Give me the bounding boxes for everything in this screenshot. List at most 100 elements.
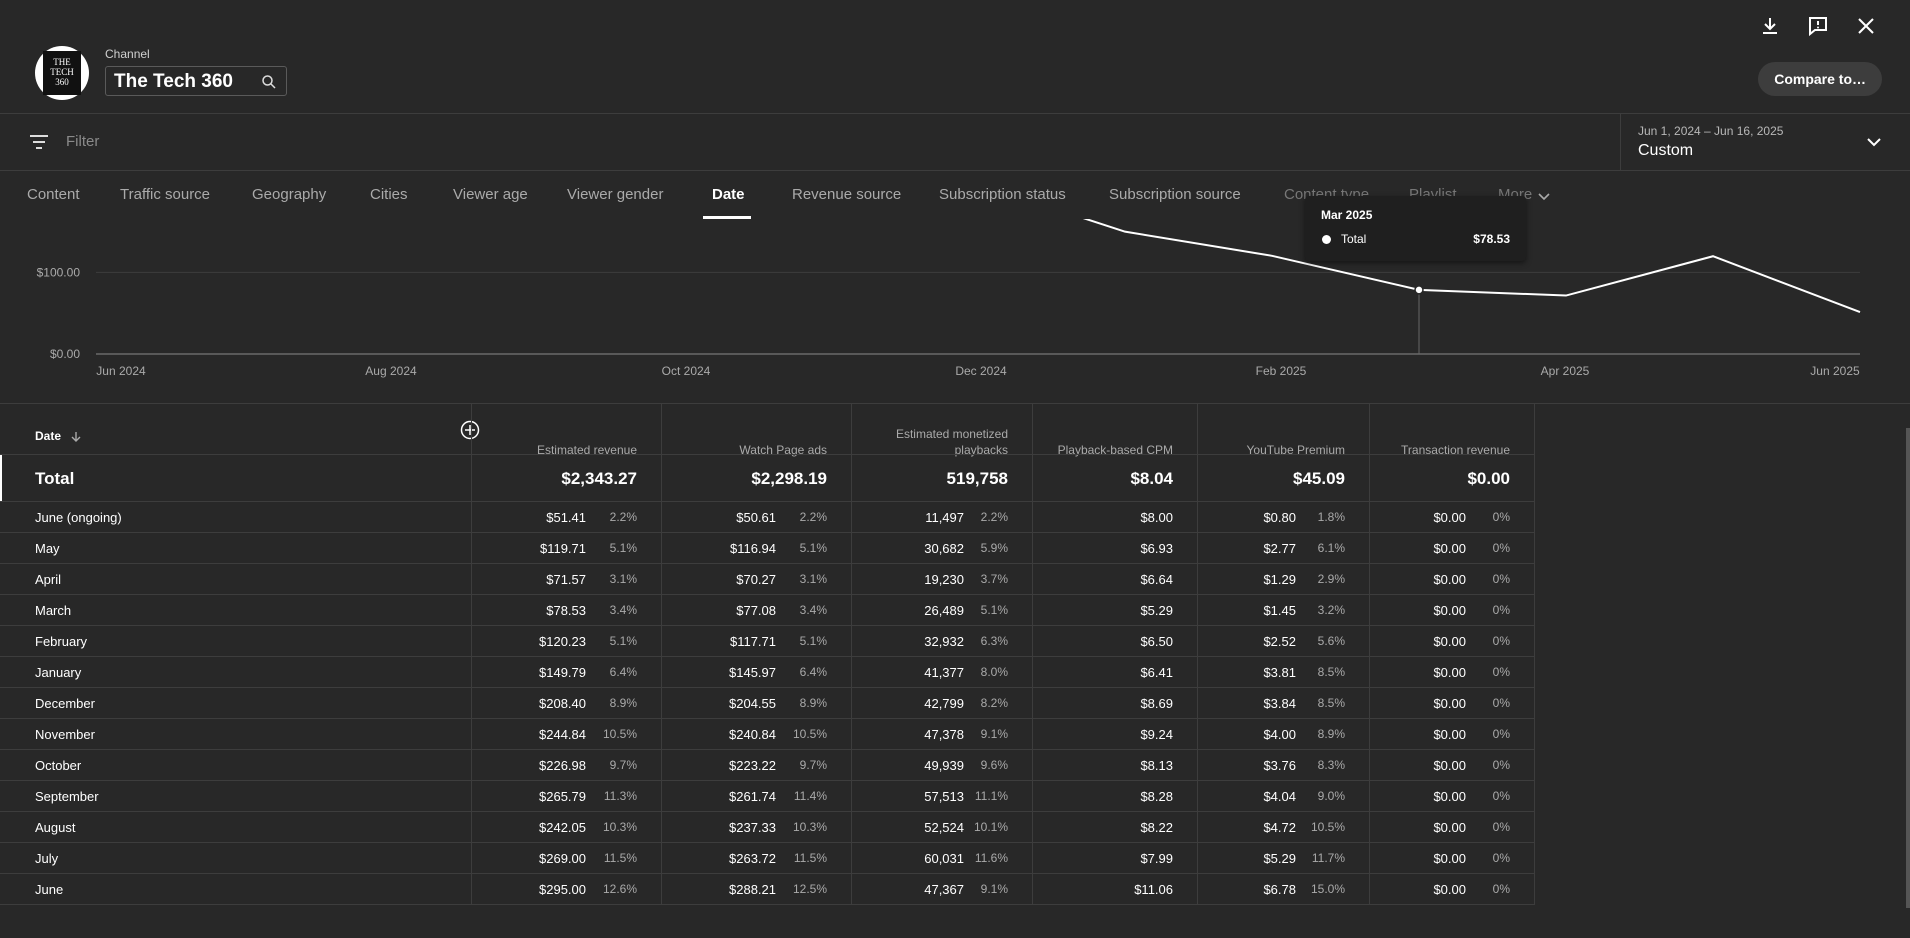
row-value: $0.00 bbox=[1433, 510, 1466, 525]
column-header[interactable]: Estimated revenue bbox=[487, 414, 637, 458]
channel-avatar[interactable]: THE TECH 360 bbox=[35, 46, 89, 100]
row-value: $51.41 bbox=[546, 510, 586, 525]
tab-geography[interactable]: Geography bbox=[252, 186, 326, 203]
row-value: $265.79 bbox=[539, 789, 586, 804]
table-row[interactable]: May $119.71 5.1% $116.94 5.1% 30,682 5.9% $6.93… bbox=[0, 532, 1535, 563]
row-value: $9.24 bbox=[1140, 727, 1173, 742]
row-percent: 1.8% bbox=[1317, 510, 1345, 524]
row-date-label: December bbox=[35, 696, 95, 711]
tooltip-title: Mar 2025 bbox=[1321, 208, 1373, 222]
column-header[interactable]: Playback-based CPM bbox=[1053, 414, 1173, 458]
compare-to-button[interactable]: Compare to… bbox=[1758, 62, 1882, 96]
row-date-label: March bbox=[35, 603, 72, 618]
series-line-total bbox=[1082, 219, 1861, 313]
row-date-label: May bbox=[35, 541, 60, 556]
sort-arrow-down-icon[interactable] bbox=[70, 431, 82, 443]
row-value: $237.33 bbox=[729, 820, 776, 835]
row-date-label: September bbox=[35, 789, 99, 804]
row-value: 30,682 bbox=[924, 541, 964, 556]
avatar-logo: THE TECH 360 bbox=[43, 51, 81, 95]
table-row[interactable]: March $78.53 3.4% $77.08 3.4% 26,489 5.1% $5.29… bbox=[0, 594, 1535, 625]
row-percent: 8.9% bbox=[609, 696, 637, 710]
table-row[interactable]: December $208.40 8.9% $204.55 8.9% 42,799 8.2%… bbox=[0, 687, 1535, 718]
column-header[interactable]: Estimated monetized playbacks bbox=[868, 414, 1008, 458]
row-value: $6.78 bbox=[1263, 882, 1296, 897]
x-tick-label: Oct 2024 bbox=[662, 364, 711, 378]
x-tick-label: Feb 2025 bbox=[1256, 364, 1307, 378]
row-percent: 8.5% bbox=[1317, 665, 1345, 679]
row-percent: 10.5% bbox=[602, 727, 637, 741]
row-value: $261.74 bbox=[729, 789, 776, 804]
tab-viewer-age[interactable]: Viewer age bbox=[453, 186, 528, 203]
row-percent: 0% bbox=[1492, 851, 1510, 865]
row-percent: 2.2% bbox=[609, 510, 637, 524]
top-actions bbox=[1758, 14, 1878, 38]
table-row[interactable]: June $295.00 12.6% $288.21 12.5% 47,367 9.1% $1… bbox=[0, 873, 1535, 904]
table-row[interactable]: June (ongoing) $51.41 2.2% $50.61 2.2% 11,497… bbox=[0, 501, 1535, 532]
filter-icon[interactable] bbox=[28, 132, 50, 152]
row-value: $240.84 bbox=[729, 727, 776, 742]
date-column-header[interactable]: Date bbox=[35, 429, 61, 443]
row-value: $1.45 bbox=[1263, 603, 1296, 618]
total-row-marker bbox=[0, 455, 2, 502]
row-value: 32,932 bbox=[924, 634, 964, 649]
row-percent: 2.2% bbox=[980, 510, 1008, 524]
column-header[interactable]: Transaction revenue bbox=[1390, 414, 1510, 458]
close-icon[interactable] bbox=[1854, 14, 1878, 38]
feedback-icon[interactable] bbox=[1806, 14, 1830, 38]
row-percent: 8.0% bbox=[980, 665, 1008, 679]
row-value: $0.00 bbox=[1433, 665, 1466, 680]
tab-subscription-source[interactable]: Subscription source bbox=[1109, 186, 1241, 203]
row-percent: 10.3% bbox=[792, 820, 827, 834]
row-percent: 3.2% bbox=[1317, 603, 1345, 617]
add-column-icon[interactable] bbox=[460, 420, 480, 440]
tab-content[interactable]: Content bbox=[27, 186, 80, 203]
row-percent: 10.3% bbox=[602, 820, 637, 834]
row-percent: 6.3% bbox=[980, 634, 1008, 648]
row-percent: 0% bbox=[1492, 572, 1510, 586]
tab-subscription-status[interactable]: Subscription status bbox=[939, 186, 1066, 203]
table-row[interactable]: July $269.00 11.5% $263.72 11.5% 60,031 11.6% $… bbox=[0, 842, 1535, 873]
row-value: $3.84 bbox=[1263, 696, 1296, 711]
row-percent: 3.7% bbox=[980, 572, 1008, 586]
table-row[interactable]: August $242.05 10.3% $237.33 10.3% 52,524 10.1… bbox=[0, 811, 1535, 842]
filter-input[interactable]: Filter bbox=[66, 133, 99, 150]
date-range-selector[interactable]: Jun 1, 2024 – Jun 16, 2025 Custom bbox=[1620, 114, 1910, 171]
row-percent: 0% bbox=[1492, 758, 1510, 772]
row-percent: 11.1% bbox=[974, 789, 1008, 803]
row-value: $120.23 bbox=[539, 634, 586, 649]
column-header[interactable]: YouTube Premium bbox=[1205, 414, 1346, 458]
row-percent: 3.1% bbox=[799, 572, 827, 586]
row-value: $226.98 bbox=[539, 758, 586, 773]
table-row[interactable]: April $71.57 3.1% $70.27 3.1% 19,230 3.7% $6.64… bbox=[0, 563, 1535, 594]
row-percent: 11.4% bbox=[793, 789, 827, 803]
download-icon[interactable] bbox=[1758, 14, 1782, 38]
row-date-label: January bbox=[35, 665, 82, 680]
column-header[interactable]: Watch Page ads bbox=[677, 414, 827, 458]
row-value: $5.29 bbox=[1140, 603, 1173, 618]
row-percent: 0% bbox=[1492, 882, 1510, 896]
search-icon[interactable] bbox=[260, 73, 278, 91]
table-row[interactable]: January $149.79 6.4% $145.97 6.4% 41,377 8.0% $… bbox=[0, 656, 1535, 687]
row-percent: 10.5% bbox=[1310, 820, 1345, 834]
x-tick-label: Jun 2025 bbox=[1810, 364, 1860, 378]
table-row[interactable]: September $265.79 11.3% $261.74 11.4% 57,513 1… bbox=[0, 780, 1535, 811]
row-percent: 11.3% bbox=[603, 789, 637, 803]
table-row[interactable]: February $120.23 5.1% $117.71 5.1% 32,932 6.3%… bbox=[0, 625, 1535, 656]
row-value: $288.21 bbox=[729, 882, 776, 897]
scrollbar[interactable] bbox=[1906, 428, 1910, 908]
table-row[interactable]: October $226.98 9.7% $223.22 9.7% 49,939 9.6% $… bbox=[0, 749, 1535, 780]
row-percent: 11.6% bbox=[974, 851, 1008, 865]
tab-revenue-source[interactable]: Revenue source bbox=[792, 186, 901, 203]
table-row[interactable]: November $244.84 10.5% $240.84 10.5% 47,378 9.… bbox=[0, 718, 1535, 749]
total-value: 519,758 bbox=[946, 469, 1008, 488]
tab-traffic-source[interactable]: Traffic source bbox=[120, 186, 210, 203]
row-percent: 12.5% bbox=[792, 882, 827, 896]
row-date-label: August bbox=[35, 820, 76, 835]
tab-date[interactable]: Date bbox=[712, 186, 745, 203]
tab-cities[interactable]: Cities bbox=[370, 186, 408, 203]
channel-selector[interactable]: The Tech 360 bbox=[105, 66, 287, 96]
tab-viewer-gender[interactable]: Viewer gender bbox=[567, 186, 663, 203]
row-value: 57,513 bbox=[924, 789, 964, 804]
row-value: $263.72 bbox=[729, 851, 776, 866]
